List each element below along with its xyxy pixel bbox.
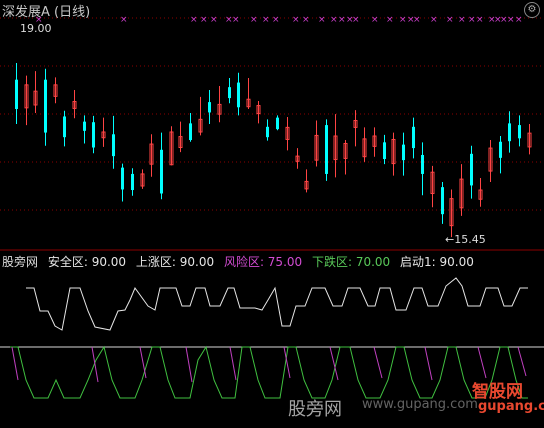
legend-rise-zone: 上涨区: 90.00 bbox=[135, 255, 215, 269]
candle-body bbox=[518, 125, 521, 139]
high-price-label: 19.00 bbox=[20, 22, 52, 35]
candle-body bbox=[189, 123, 192, 141]
signal-mark: × bbox=[458, 15, 466, 25]
signal-mark: × bbox=[338, 15, 346, 25]
chart-title: 深发展A (日线) bbox=[2, 5, 91, 20]
candle-body bbox=[15, 79, 18, 110]
candle-body bbox=[402, 144, 405, 161]
signal-mark: × bbox=[272, 15, 280, 25]
signal-mark: × bbox=[250, 15, 258, 25]
legend-start-1: 启动1: 90.00 bbox=[400, 255, 474, 269]
watermark-site: www.gupang.com bbox=[362, 397, 478, 412]
candle-body bbox=[131, 173, 134, 191]
watermark-text: 股旁网 bbox=[288, 399, 342, 420]
legend-risk-zone: 风险区: 75.00 bbox=[223, 255, 303, 269]
signal-mark: × bbox=[515, 15, 523, 25]
risk-zone-segment bbox=[517, 346, 527, 377]
candle-body bbox=[228, 87, 231, 99]
legend-fall-zone: 下跌区: 70.00 bbox=[311, 255, 391, 269]
candle-body bbox=[325, 125, 328, 174]
candle-body bbox=[237, 82, 240, 108]
signal-mark: × bbox=[507, 15, 515, 25]
risk-zone-segment bbox=[11, 346, 19, 381]
risk-zone-segment bbox=[329, 346, 339, 381]
signal-mark: × bbox=[352, 15, 360, 25]
signal-mark: × bbox=[476, 15, 484, 25]
candle-body bbox=[508, 123, 511, 142]
signal-mark: × bbox=[330, 15, 338, 25]
candle-body bbox=[160, 149, 163, 194]
signal-mark: × bbox=[262, 15, 270, 25]
upper-zone-line bbox=[26, 277, 528, 331]
candle-body bbox=[63, 116, 66, 138]
signal-mark: × bbox=[120, 15, 128, 25]
candle-body bbox=[276, 117, 279, 130]
signal-mark: × bbox=[386, 15, 394, 25]
candle-body bbox=[383, 142, 386, 159]
candle-body bbox=[121, 167, 124, 190]
risk-zone-segment bbox=[229, 346, 237, 381]
gear-icon[interactable]: ⚙ bbox=[524, 2, 540, 18]
candle-body bbox=[44, 79, 47, 133]
risk-zone-segment bbox=[91, 346, 99, 383]
risk-zone-segment bbox=[477, 346, 487, 379]
risk-zone-segment bbox=[424, 346, 433, 381]
candlestick-series bbox=[15, 63, 532, 238]
signal-mark: × bbox=[302, 15, 310, 25]
indicator-legend: 股旁网 安全区: 90.00 上涨区: 90.00 风险区: 75.00 下跌区… bbox=[2, 253, 480, 270]
risk-zone-segment bbox=[373, 346, 383, 379]
signal-mark: × bbox=[292, 15, 300, 25]
signal-mark: × bbox=[413, 15, 421, 25]
signal-mark: × bbox=[468, 15, 476, 25]
signal-mark: × bbox=[430, 15, 438, 25]
candle-body bbox=[112, 134, 115, 157]
low-price-label: ←15.45 bbox=[445, 233, 486, 246]
risk-zone-segment bbox=[185, 346, 193, 383]
grid-lines bbox=[0, 17, 544, 348]
chart-canvas: × × × × × × × × × × × × × ×× × × × ×× × × × × × ××× × ××× bbox=[0, 15, 544, 399]
signal-mark: × bbox=[200, 15, 208, 25]
signal-mark: × bbox=[190, 15, 198, 25]
signal-mark: × bbox=[371, 15, 379, 25]
signal-mark: × bbox=[210, 15, 218, 25]
candle-body bbox=[92, 122, 95, 148]
indicator-lines bbox=[10, 277, 528, 399]
lower-zone-line bbox=[10, 345, 528, 399]
indicator-name: 股旁网 bbox=[2, 255, 39, 269]
candle-body bbox=[421, 154, 424, 174]
candle-body bbox=[266, 126, 269, 138]
candle-body bbox=[499, 141, 502, 158]
signal-mark: × bbox=[318, 15, 326, 25]
signal-mark: × bbox=[232, 15, 240, 25]
signal-mark: × bbox=[399, 15, 407, 25]
watermark-logo-url: gupang.com bbox=[478, 399, 544, 414]
candle-body bbox=[83, 121, 86, 131]
candle-body bbox=[412, 126, 415, 149]
risk-zone-segment bbox=[139, 346, 147, 379]
candle-body bbox=[441, 187, 444, 215]
candle-body bbox=[470, 153, 473, 186]
legend-safe-zone: 安全区: 90.00 bbox=[47, 255, 127, 269]
signal-marks: × × × × × × × × × × × × × ×× × × × ×× × × × × × ××× × ××× bbox=[35, 15, 523, 25]
signal-mark: × bbox=[446, 15, 454, 25]
candle-body bbox=[208, 102, 211, 113]
